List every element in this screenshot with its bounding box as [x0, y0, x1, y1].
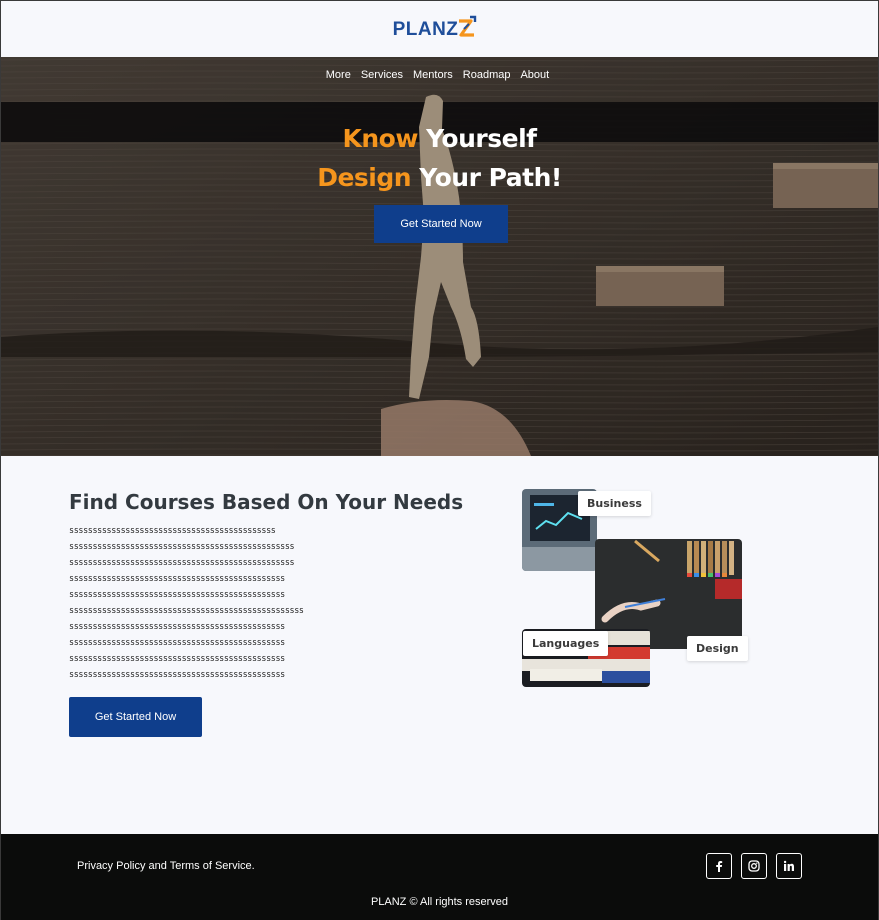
instagram-button[interactable]	[741, 853, 767, 879]
description-line: ssssssssssssssssssssssssssssssssssssssss…	[69, 653, 285, 663]
description-line: ssssssssssssssssssssssssssssssssssssssss…	[69, 589, 285, 599]
courses-collage: Business Languages Design	[522, 489, 748, 689]
social-links	[706, 853, 802, 879]
copyright-text: PLANZ © All rights reserved	[370, 896, 509, 908]
courses-get-started-button[interactable]: Get Started Now	[69, 697, 202, 737]
z-arrow-logo-icon	[459, 15, 477, 37]
facebook-icon	[716, 861, 723, 872]
hero-background-image	[1, 57, 878, 456]
description-line: ssssssssssssssssssssssssssssssssssssssss…	[69, 525, 276, 535]
instagram-icon	[748, 860, 760, 872]
logo-text: PLANZ	[392, 19, 459, 40]
courses-title: Find Courses Based On Your Needs	[69, 490, 464, 514]
linkedin-icon	[783, 860, 794, 871]
hero-headline-line2: Design Your Path!	[1, 163, 878, 192]
hero-get-started-button[interactable]: Get Started Now	[374, 205, 508, 243]
tag-business: Business	[578, 491, 651, 516]
nav-mentors[interactable]: Mentors	[413, 69, 453, 81]
hero-section: More Services Mentors Roadmap About Know…	[1, 57, 878, 456]
site-header: PLANZ	[1, 0, 878, 57]
description-line: ssssssssssssssssssssssssssssssssssssssss…	[69, 557, 295, 567]
nav-roadmap[interactable]: Roadmap	[463, 69, 511, 81]
description-line: ssssssssssssssssssssssssssssssssssssssss…	[69, 637, 285, 647]
courses-section: Find Courses Based On Your Needs sssssss…	[1, 456, 878, 834]
tag-languages: Languages	[523, 631, 609, 656]
hero-accent-design: Design	[317, 163, 412, 192]
courses-description: ssssssssssssssssssssssssssssssssssssssss…	[69, 522, 304, 682]
nav-about[interactable]: About	[520, 69, 549, 81]
hero-accent-know: Know	[342, 124, 418, 153]
description-line: ssssssssssssssssssssssssssssssssssssssss…	[69, 573, 285, 583]
hero-headline-line1: Know Yourself	[1, 124, 878, 153]
hero-rest-path: Your Path!	[411, 163, 562, 192]
nav-services[interactable]: Services	[361, 69, 403, 81]
description-line: ssssssssssssssssssssssssssssssssssssssss…	[69, 605, 304, 615]
description-line: ssssssssssssssssssssssssssssssssssssssss…	[69, 541, 295, 551]
planz-logo[interactable]: PLANZ	[393, 15, 479, 41]
linkedin-button[interactable]	[776, 853, 802, 879]
main-nav: More Services Mentors Roadmap About	[1, 69, 878, 81]
site-footer: Privacy Policy and Terms of Service. PLA…	[1, 834, 878, 920]
hero-rest-yourself: Yourself	[417, 124, 537, 153]
description-line: ssssssssssssssssssssssssssssssssssssssss…	[69, 669, 285, 679]
nav-more[interactable]: More	[326, 69, 351, 81]
tag-design: Design	[687, 636, 748, 661]
facebook-button[interactable]	[706, 853, 732, 879]
description-line: ssssssssssssssssssssssssssssssssssssssss…	[69, 621, 285, 631]
privacy-terms-link[interactable]: Privacy Policy and Terms of Service.	[77, 860, 255, 872]
